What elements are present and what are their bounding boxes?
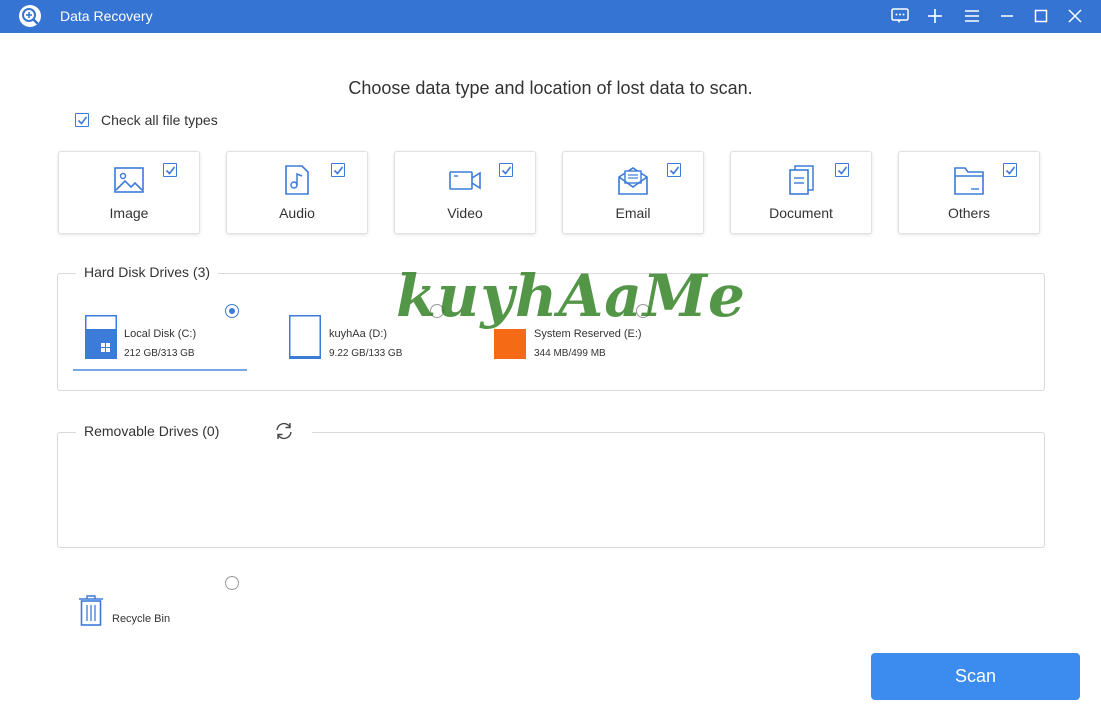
drive-c-name: Local Disk (C:) xyxy=(124,328,197,340)
others-checkbox[interactable] xyxy=(1003,163,1017,177)
audio-icon xyxy=(280,164,314,196)
image-label: Image xyxy=(109,205,149,221)
refresh-icon[interactable] xyxy=(273,421,295,441)
drive-e-radio[interactable] xyxy=(636,304,650,318)
drive-d-icon[interactable] xyxy=(289,315,321,359)
recycle-bin-icon[interactable] xyxy=(78,594,104,626)
app-logo-icon xyxy=(17,3,43,29)
image-icon xyxy=(112,164,146,196)
drive-d-size: 9.22 GB/133 GB xyxy=(329,348,403,359)
app-title: Data Recovery xyxy=(60,8,153,24)
drive-c-radio[interactable] xyxy=(225,304,239,318)
document-label: Document xyxy=(769,205,833,221)
drive-e-name: System Reserved (E:) xyxy=(534,328,642,340)
recycle-bin-label: Recycle Bin xyxy=(112,613,171,625)
drive-d-name: kuyhAa (D:) xyxy=(329,328,388,340)
drive-e-size: 344 MB/499 MB xyxy=(534,348,606,359)
scan-button[interactable]: Scan xyxy=(871,653,1080,700)
plus-icon[interactable] xyxy=(923,4,947,28)
video-checkbox[interactable] xyxy=(499,163,513,177)
check-all-checkbox[interactable] xyxy=(75,113,89,127)
check-all-label: Check all file types xyxy=(101,112,218,128)
title-bar: Data Recovery xyxy=(0,0,1101,33)
video-label: Video xyxy=(447,205,483,221)
email-icon xyxy=(616,164,650,196)
close-icon[interactable] xyxy=(1063,4,1087,28)
drive-c-size: 212 GB/313 GB xyxy=(124,348,195,359)
image-checkbox[interactable] xyxy=(163,163,177,177)
minimize-icon[interactable] xyxy=(995,4,1019,28)
video-icon xyxy=(448,164,482,196)
audio-checkbox[interactable] xyxy=(331,163,345,177)
maximize-icon[interactable] xyxy=(1029,4,1053,28)
menu-icon[interactable] xyxy=(960,4,984,28)
windows-drive-icon xyxy=(85,315,117,359)
hard-disk-drives-title: Hard Disk Drives (3) xyxy=(76,264,219,280)
file-type-audio[interactable]: Audio xyxy=(226,151,368,234)
file-type-email[interactable]: Email xyxy=(562,151,704,234)
file-type-others[interactable]: Others xyxy=(898,151,1040,234)
feedback-icon[interactable] xyxy=(888,4,912,28)
recycle-bin-radio[interactable] xyxy=(225,576,239,590)
removable-drives-section xyxy=(57,432,1045,548)
file-type-video[interactable]: Video xyxy=(394,151,536,234)
page-heading: Choose data type and location of lost da… xyxy=(348,78,753,98)
email-checkbox[interactable] xyxy=(667,163,681,177)
others-label: Others xyxy=(947,205,990,221)
removable-drives-title: Removable Drives (0) xyxy=(84,423,220,439)
audio-label: Audio xyxy=(279,205,315,221)
document-icon xyxy=(784,164,818,196)
drive-d-radio[interactable] xyxy=(430,304,444,318)
document-checkbox[interactable] xyxy=(835,163,849,177)
file-type-image[interactable]: Image xyxy=(58,151,200,234)
check-all-file-types[interactable]: Check all file types xyxy=(75,112,218,128)
file-type-document[interactable]: Document xyxy=(730,151,872,234)
drive-e-icon[interactable] xyxy=(494,315,526,359)
email-label: Email xyxy=(615,205,651,221)
folder-icon xyxy=(952,164,986,196)
